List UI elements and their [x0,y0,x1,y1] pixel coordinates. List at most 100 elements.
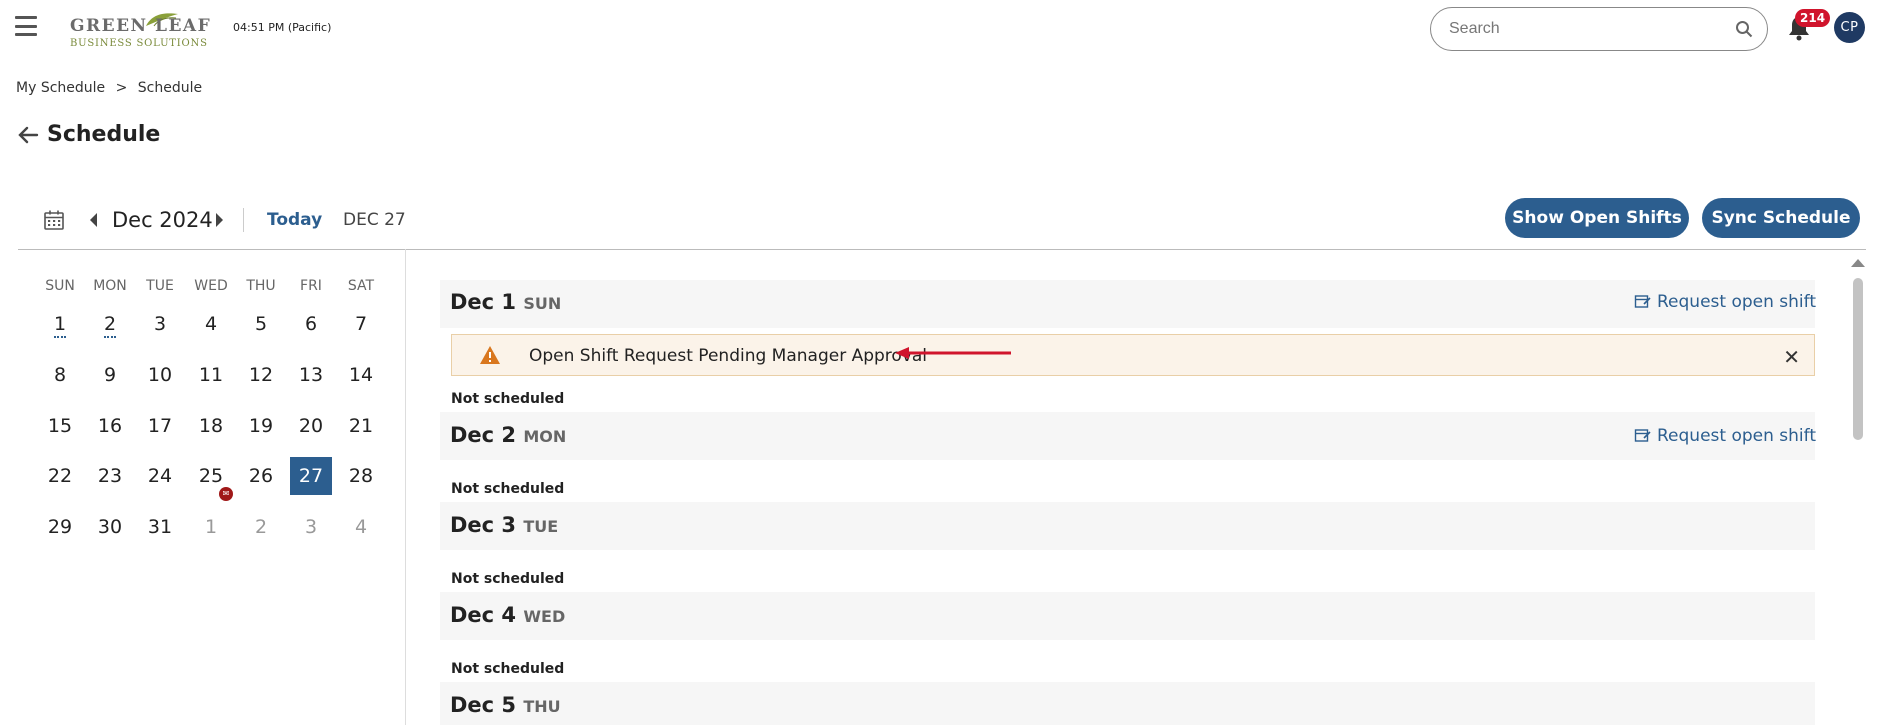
calendar-day[interactable]: 2 [89,305,131,343]
calendar-day[interactable]: 29 [39,508,81,546]
day-date: Dec 3 [450,513,517,537]
day-row-dec-5 [440,682,1815,725]
next-month-icon[interactable] [215,212,225,228]
calendar-day[interactable]: 30 [89,508,131,546]
day-of-week: SUN [523,294,562,313]
calendar-day-number: 3 [304,516,318,538]
calendar-day[interactable]: 28 [340,457,382,495]
calendar-day[interactable]: 18 [190,407,232,445]
calendar-day-number: 6 [304,313,318,335]
scrollbar-thumb[interactable] [1853,278,1863,440]
calendar-day[interactable]: 10 [139,356,181,394]
search-box[interactable] [1430,7,1768,51]
calendar-day-number: 26 [248,465,274,487]
day-row-date: Dec 2 MON [450,423,566,447]
weekday-header: THU [246,278,276,294]
calendar-day-number: 15 [47,415,73,437]
day-row-date: Dec 5 THU [450,693,561,717]
request-shift-icon [1634,295,1651,308]
avatar[interactable]: CP [1834,12,1865,43]
calendar-day-number: 1 [53,313,67,338]
calendar-day[interactable]: 16 [89,407,131,445]
hamburger-menu-icon[interactable] [15,16,37,36]
calendar-day-number: 14 [348,364,374,386]
calendar-day-number: 17 [147,415,173,437]
calendar-day-number: 4 [354,516,368,538]
calendar-day[interactable]: 23 [89,457,131,495]
calendar-day[interactable]: 14 [340,356,382,394]
not-scheduled-label: Not scheduled [451,571,565,587]
calendar-day[interactable]: 1 [39,305,81,343]
close-icon[interactable]: ✕ [1783,345,1800,369]
current-time: 04:51 PM (Pacific) [233,21,332,34]
breadcrumb: My Schedule > Schedule [16,80,208,96]
calendar-day-number: 23 [97,465,123,487]
alert-message: Open Shift Request Pending Manager Appro… [529,346,928,366]
calendar-day[interactable]: 6 [290,305,332,343]
calendar-day-number: 25 [198,465,224,487]
calendar-day[interactable]: 4 [190,305,232,343]
calendar-day[interactable]: 27 [290,457,332,495]
day-row-dec-1 [440,280,1815,328]
scroll-up-icon[interactable] [1851,259,1865,267]
calendar-day-number: 2 [103,313,117,338]
calendar-day[interactable]: 21 [340,407,382,445]
calendar-day[interactable]: 26 [240,457,282,495]
back-arrow-icon[interactable] [16,123,40,147]
calendar-day[interactable]: 7 [340,305,382,343]
calendar-day[interactable]: 13 [290,356,332,394]
calendar-day[interactable]: 5 [240,305,282,343]
request-open-shift-label[interactable]: Request open shift [1657,292,1816,312]
calendar-day[interactable]: 3 [290,508,332,546]
request-open-shift-label[interactable]: Request open shift [1657,426,1816,446]
calendar-day[interactable]: 31 [139,508,181,546]
calendar-day[interactable]: 20 [290,407,332,445]
sync-schedule-button[interactable]: Sync Schedule [1702,198,1860,238]
search-input[interactable] [1449,20,1709,38]
calendar-day[interactable]: 9 [89,356,131,394]
request-shift-icon [1634,429,1651,442]
day-row-date: Dec 3 TUE [450,513,558,537]
calendar-day-number: 4 [204,313,218,335]
calendar-day[interactable]: 19 [240,407,282,445]
request-open-shift-link[interactable]: Request open shift [1634,292,1816,312]
calendar-day-number: 16 [97,415,123,437]
calendar-day-number: 30 [97,516,123,538]
calendar-day[interactable]: 3 [139,305,181,343]
calendar-day[interactable]: 12 [240,356,282,394]
logo-subtext: BUSINESS SOLUTIONS [70,38,208,49]
day-date: Dec 5 [450,693,517,717]
calendar-day[interactable]: 22 [39,457,81,495]
calendar-day-number: 7 [354,313,368,335]
panel-divider [405,249,406,725]
calendar-day-number: 10 [147,364,173,386]
calendar-day[interactable]: 4 [340,508,382,546]
not-scheduled-label: Not scheduled [451,661,565,677]
calendar-day[interactable]: 24 [139,457,181,495]
calendar-day[interactable]: 2 [240,508,282,546]
calendar-day[interactable]: 8 [39,356,81,394]
weekday-header: SAT [347,278,375,294]
calendar-day[interactable]: 15 [39,407,81,445]
breadcrumb-parent-link[interactable]: My Schedule [16,80,105,96]
day-of-week: THU [523,697,561,716]
request-open-shift-link[interactable]: Request open shift [1634,426,1816,446]
calendar-day-number: 27 [298,465,324,487]
day-of-week: MON [523,427,567,446]
calendar-day[interactable]: 17 [139,407,181,445]
calendar-day[interactable]: 11 [190,356,232,394]
day-of-week: WED [523,607,566,626]
previous-month-icon[interactable] [88,212,98,228]
today-button[interactable]: Today [267,210,322,230]
calendar-day-number: 13 [298,364,324,386]
not-scheduled-label: Not scheduled [451,391,565,407]
calendar-day[interactable]: 1 [190,508,232,546]
calendar-day-number: 9 [103,364,117,386]
show-open-shifts-button[interactable]: Show Open Shifts [1505,198,1689,238]
toolbar-divider [243,208,244,232]
toolbar-divider-line [18,249,1866,250]
weekday-header: FRI [300,278,322,294]
search-icon[interactable] [1735,20,1753,38]
month-label: Dec 2024 [112,208,213,232]
calendar-icon[interactable] [43,209,65,231]
